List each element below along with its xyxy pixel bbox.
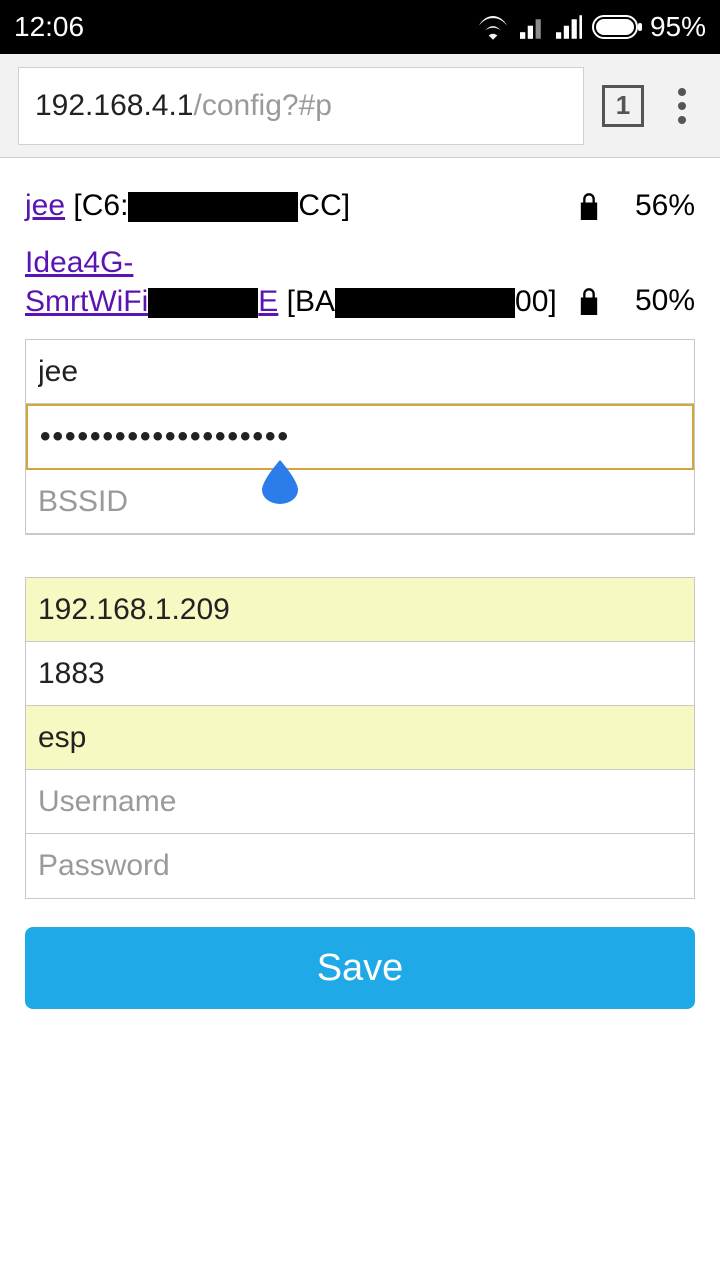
network-ssid-link[interactable]: Idea4G-SmrtWiFi: [25, 246, 148, 318]
network-meta: 56%: [577, 186, 695, 225]
port-input[interactable]: [26, 642, 694, 706]
status-time: 12:06: [14, 11, 84, 43]
network-meta: 50%: [577, 243, 695, 320]
signal-percent: 50%: [625, 281, 695, 320]
wifi-icon: [476, 14, 510, 40]
url-path: /config?#p: [193, 89, 331, 123]
network-ssid-end: E: [258, 285, 278, 318]
signal-1-icon: [520, 15, 546, 39]
mqtt-settings-group: [25, 577, 695, 899]
signal-percent: 56%: [625, 186, 695, 225]
redacted-block: [148, 288, 258, 318]
tab-count-label: 1: [616, 90, 630, 121]
menu-dot-icon: [678, 102, 686, 110]
redacted-block: [128, 192, 298, 222]
url-input[interactable]: 192.168.4.1/config?#p: [18, 67, 584, 145]
network-info: Idea4G-SmrtWiFi E [BA 00]: [25, 243, 577, 321]
mqtt-password-input[interactable]: [26, 834, 694, 898]
lock-icon: [577, 192, 601, 220]
status-bar: 12:06 95%: [0, 0, 720, 54]
redacted-block: [335, 288, 515, 318]
network-ssid-link[interactable]: jee: [25, 189, 65, 222]
wifi-password-input[interactable]: [26, 404, 694, 470]
client-id-input[interactable]: [26, 706, 694, 770]
more-menu-button[interactable]: [662, 88, 702, 124]
save-button[interactable]: Save: [25, 927, 695, 1009]
tab-count-button[interactable]: 1: [602, 85, 644, 127]
battery-icon: [592, 15, 644, 39]
network-row: Idea4G-SmrtWiFi E [BA 00] 50%: [25, 243, 695, 321]
wifi-credentials-group: [25, 339, 695, 535]
username-input[interactable]: [26, 770, 694, 834]
status-right: 95%: [476, 11, 706, 43]
menu-dot-icon: [678, 88, 686, 96]
battery-percent: 95%: [650, 11, 706, 43]
bssid-prefix: [BA: [278, 285, 335, 318]
ssid-input[interactable]: [26, 340, 694, 404]
bssid-prefix: [C6:: [65, 189, 128, 222]
bssid-suffix: CC]: [298, 189, 350, 222]
signal-2-icon: [556, 15, 582, 39]
server-ip-input[interactable]: [26, 578, 694, 642]
page-content: jee [C6: CC] 56% Idea4G-SmrtWiFi E [BA 00] …: [0, 158, 720, 1009]
browser-bar: 192.168.4.1/config?#p 1: [0, 54, 720, 158]
menu-dot-icon: [678, 116, 686, 124]
battery-indicator: 95%: [592, 11, 706, 43]
network-row: jee [C6: CC] 56%: [25, 186, 695, 225]
bssid-input[interactable]: [26, 470, 694, 534]
url-host: 192.168.4.1: [35, 89, 193, 123]
network-info: jee [C6: CC]: [25, 186, 577, 225]
lock-icon: [577, 287, 601, 315]
bssid-suffix: 00]: [515, 285, 557, 318]
